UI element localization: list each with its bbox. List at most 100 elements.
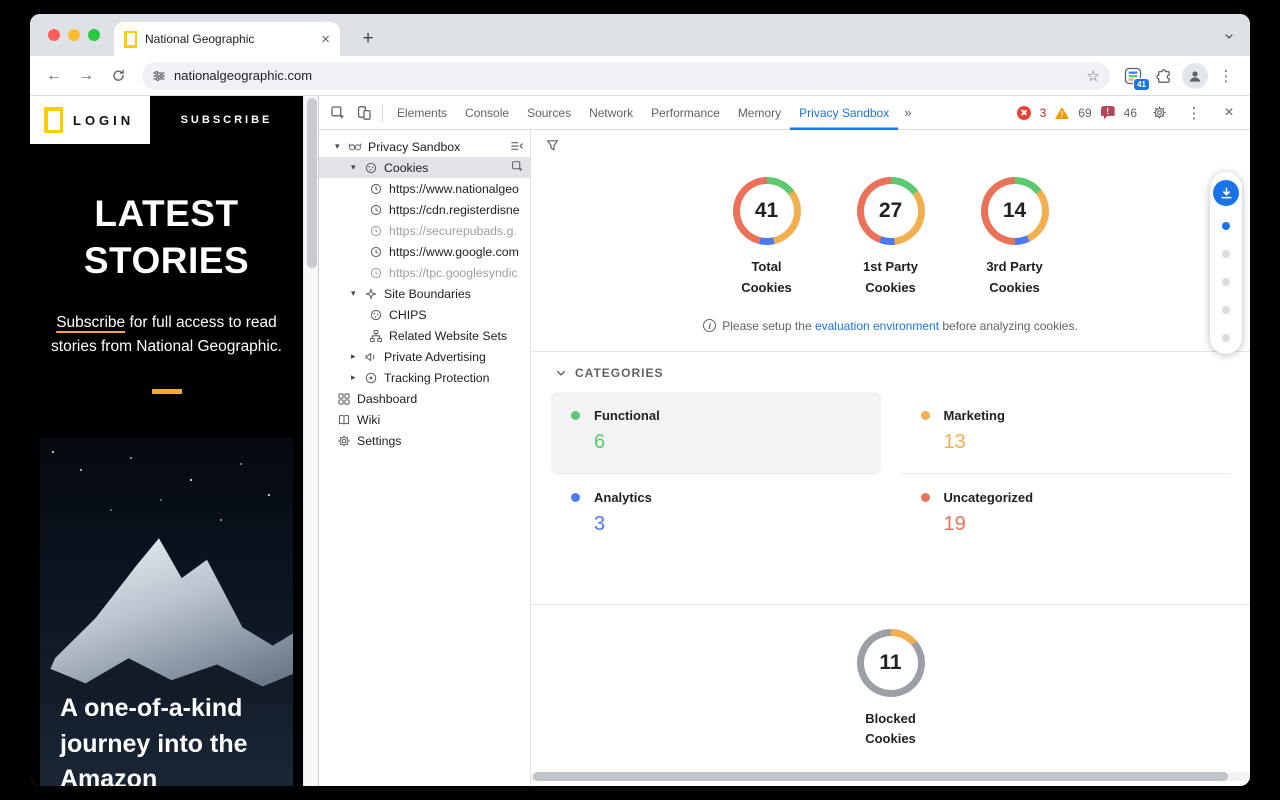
warning-icon[interactable]: ! — [1055, 107, 1069, 119]
tree-item-related-website-sets[interactable]: Related Website Sets — [319, 325, 530, 346]
chevron-collapsed-icon[interactable]: ▸ — [351, 372, 364, 383]
tree-item-frame-url[interactable]: https://tpc.googlesyndic — [319, 262, 530, 283]
tree-item-frame-url[interactable]: https://www.google.com — [319, 241, 530, 262]
collapse-panel-icon[interactable] — [510, 139, 524, 153]
third-party-cookies-chart: 14 3rd Party Cookies — [969, 177, 1061, 299]
first-party-cookies-label: 1st Party Cookies — [851, 257, 931, 299]
tree-item-chips[interactable]: CHIPS — [319, 304, 530, 325]
hero-image[interactable]: A one-of-a-kind journey into the Amazon — [40, 437, 293, 786]
clock-icon — [369, 203, 385, 217]
forward-button[interactable]: → — [72, 62, 100, 90]
browser-menu-kebab-icon[interactable]: ⋮ — [1212, 62, 1240, 90]
subscribe-link[interactable]: Subscribe — [56, 314, 125, 331]
category-functional[interactable]: Functional 6 — [551, 392, 881, 474]
categories-grid: Functional 6 Marketing 13 — [551, 392, 1230, 556]
privacy-sandbox-icon — [348, 140, 364, 154]
warning-count[interactable]: 69 — [1078, 106, 1091, 120]
frame-inspect-icon[interactable] — [511, 160, 524, 173]
inspect-element-icon[interactable] — [325, 100, 351, 126]
tree-item-private-advertising[interactable]: ▸ Private Advertising — [319, 346, 530, 367]
chevron-collapsed-icon[interactable]: ▸ — [351, 351, 364, 362]
extension-badge: 41 — [1133, 78, 1150, 91]
close-window-button[interactable] — [48, 29, 60, 41]
hero-title[interactable]: A one-of-a-kind journey into the Amazon — [60, 691, 278, 786]
error-count[interactable]: 3 — [1040, 106, 1047, 120]
category-analytics[interactable]: Analytics 3 — [551, 474, 881, 556]
tree-item-frame-url[interactable]: https://securepubads.g. — [319, 220, 530, 241]
dashboard-grid-icon — [337, 392, 353, 406]
tree-item-frame-url[interactable]: https://www.nationalgeo — [319, 178, 530, 199]
tab-elements[interactable]: Elements — [388, 96, 456, 130]
nav-dot[interactable] — [1222, 250, 1230, 258]
extensions-puzzle-icon[interactable] — [1150, 62, 1178, 90]
category-uncategorized[interactable]: Uncategorized 19 — [901, 474, 1231, 556]
browser-toolbar: ← → nationalgeographic.com ☆ 41 ⋮ — [30, 56, 1250, 96]
page-scrollbar-thumb[interactable] — [307, 98, 317, 268]
tree-item-frame-url[interactable]: https://cdn.registerdisne — [319, 199, 530, 220]
tab-title: National Geographic — [145, 32, 313, 46]
filter-funnel-icon[interactable] — [545, 138, 1250, 153]
tree-item-dashboard[interactable]: Dashboard — [319, 388, 530, 409]
psat-extension-button[interactable]: 41 — [1120, 63, 1146, 89]
first-party-cookies-chart: 27 1st Party Cookies — [845, 177, 937, 299]
chevron-expanded-icon[interactable]: ▾ — [351, 288, 364, 299]
more-tabs-icon[interactable]: » — [898, 105, 917, 120]
tree-item-wiki[interactable]: Wiki — [319, 409, 530, 430]
horizontal-scrollbar[interactable] — [531, 772, 1250, 781]
devtools-settings-gear-icon[interactable] — [1146, 100, 1172, 126]
tree-item-cookies[interactable]: ▾ Cookies — [319, 157, 530, 178]
tree-item-privacy-sandbox[interactable]: ▾ Privacy Sandbox — [319, 136, 530, 157]
evaluation-environment-link[interactable]: evaluation environment — [815, 319, 939, 333]
tab-privacy-sandbox[interactable]: Privacy Sandbox — [790, 96, 898, 130]
natgeo-logo[interactable] — [44, 107, 63, 133]
bookmark-star-icon[interactable]: ☆ — [1087, 67, 1100, 85]
error-icon[interactable] — [1017, 106, 1031, 120]
chevron-expanded-icon[interactable]: ▾ — [335, 141, 348, 152]
issues-count[interactable]: 46 — [1124, 106, 1137, 120]
natgeo-favicon — [124, 31, 137, 48]
horizontal-scrollbar-thumb[interactable] — [533, 772, 1228, 781]
site-settings-icon[interactable] — [152, 69, 166, 83]
nav-dot[interactable] — [1222, 278, 1230, 286]
tree-item-site-boundaries[interactable]: ▾ Site Boundaries — [319, 283, 530, 304]
issues-icon[interactable]: ! — [1101, 106, 1115, 120]
tab-memory[interactable]: Memory — [729, 96, 790, 130]
nav-dot[interactable] — [1222, 334, 1230, 342]
zoom-window-button[interactable] — [88, 29, 100, 41]
tree-item-tracking-protection[interactable]: ▸ Tracking Protection — [319, 367, 530, 388]
tab-network[interactable]: Network — [580, 96, 642, 130]
third-party-cookies-count: 14 — [1003, 199, 1026, 223]
tab-search-chevron-icon[interactable] — [1220, 27, 1238, 45]
back-button[interactable]: ← — [40, 62, 68, 90]
subscribe-button[interactable]: SUBSCRIBE — [150, 96, 303, 144]
browser-tab[interactable]: National Geographic × — [114, 22, 340, 56]
tab-console[interactable]: Console — [456, 96, 518, 130]
category-label: Analytics — [594, 490, 652, 505]
download-report-button[interactable] — [1213, 180, 1239, 206]
status-badges: 3 ! 69 ! 46 ⋮ × — [1017, 100, 1250, 126]
devtools-menu-kebab-icon[interactable]: ⋮ — [1181, 100, 1207, 126]
devtools-close-icon[interactable]: × — [1216, 100, 1242, 126]
blocked-cookies-label: Blocked Cookies — [851, 709, 931, 751]
categories-section-header[interactable]: CATEGORIES — [531, 352, 1250, 380]
tab-performance[interactable]: Performance — [642, 96, 729, 130]
login-button[interactable]: LOGIN — [73, 113, 134, 128]
category-marketing[interactable]: Marketing 13 — [901, 392, 1231, 474]
nav-dot-active[interactable] — [1222, 222, 1230, 230]
new-tab-button[interactable]: + — [354, 25, 382, 53]
device-toolbar-icon[interactable] — [351, 100, 377, 126]
nav-dot[interactable] — [1222, 306, 1230, 314]
tab-close-icon[interactable]: × — [321, 32, 330, 47]
chevron-down-icon[interactable] — [555, 367, 567, 379]
address-bar[interactable]: nationalgeographic.com ☆ — [142, 62, 1110, 90]
intro-text: Subscribe for full access to read storie… — [42, 311, 292, 359]
tab-sources[interactable]: Sources — [518, 96, 580, 130]
reload-button[interactable] — [104, 62, 132, 90]
category-label: Marketing — [944, 408, 1005, 423]
yellow-divider — [152, 389, 182, 394]
chevron-expanded-icon[interactable]: ▾ — [351, 162, 364, 173]
tree-item-settings[interactable]: Settings — [319, 430, 530, 451]
profile-avatar[interactable] — [1182, 63, 1208, 89]
minimize-window-button[interactable] — [68, 29, 80, 41]
page-scrollbar[interactable] — [303, 96, 318, 786]
